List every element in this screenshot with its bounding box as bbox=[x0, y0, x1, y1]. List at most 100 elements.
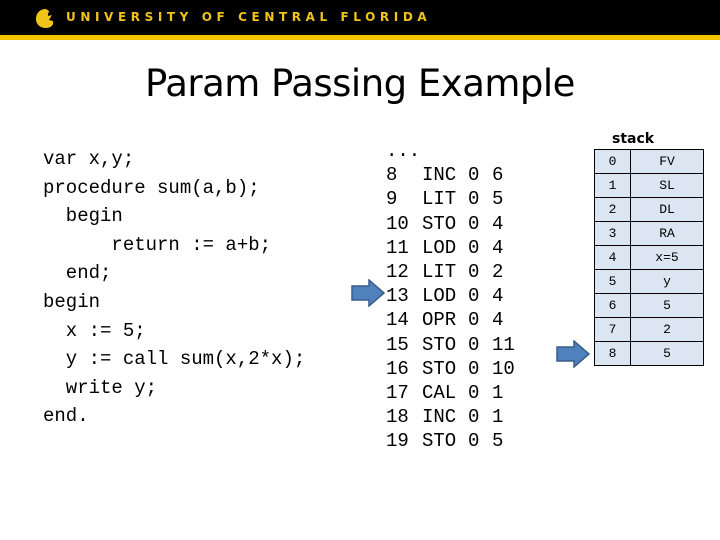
instruction-line-number: 12 bbox=[386, 261, 409, 284]
instruction-l: 0 bbox=[468, 406, 480, 429]
instruction-l: 0 bbox=[468, 285, 480, 308]
instruction-opcode: INC bbox=[422, 406, 457, 429]
stack-row: 5y bbox=[594, 269, 704, 294]
instruction-l: 0 bbox=[468, 357, 480, 380]
instruction-m: 4 bbox=[492, 236, 504, 259]
stack-index: 8 bbox=[594, 341, 631, 366]
ellipsis-text: ... bbox=[386, 140, 421, 162]
stack-value: DL bbox=[630, 197, 704, 222]
instruction-m: 11 bbox=[492, 333, 515, 356]
code-line: x := 5; bbox=[43, 319, 146, 342]
instruction-row: 19 STO 0 5 bbox=[386, 429, 532, 453]
instruction-opcode: STO bbox=[422, 333, 457, 356]
instruction-row: 10 STO 0 4 bbox=[386, 212, 532, 236]
code-line: begin bbox=[43, 290, 101, 313]
instruction-line-number: 9 bbox=[386, 188, 398, 211]
instruction-opcode: LOD bbox=[422, 236, 457, 259]
instruction-m: 4 bbox=[492, 212, 504, 235]
instruction-l: 0 bbox=[468, 309, 480, 332]
instruction-row: 13 LOD 0 4 bbox=[386, 284, 532, 308]
instruction-line-number: 10 bbox=[386, 212, 409, 235]
instruction-listing: ... 8 INC 0 6 9 LIT 0 5 10 STO 0 4 11 LOD 0 4 12 LIT 0 2 13 L… bbox=[386, 139, 532, 454]
instruction-line-number: 16 bbox=[386, 357, 409, 380]
instruction-opcode: INC bbox=[422, 164, 457, 187]
source-code: var x,y; procedure sum(a,b); begin retur… bbox=[43, 145, 305, 431]
university-brand: UNIVERSITY OF CENTRAL FLORIDA bbox=[66, 10, 432, 24]
instruction-opcode: STO bbox=[422, 430, 457, 453]
stack-row: 0 FV bbox=[594, 149, 704, 174]
instruction-opcode: CAL bbox=[422, 382, 457, 405]
stack-index: 0 bbox=[594, 149, 631, 174]
slide-title: Param Passing Example bbox=[145, 62, 575, 105]
instruction-line-number: 8 bbox=[386, 164, 398, 187]
header-bar: UNIVERSITY OF CENTRAL FLORIDA bbox=[0, 0, 720, 35]
instruction-row: 15 STO 0 11 bbox=[386, 333, 532, 357]
code-line: procedure sum(a,b); bbox=[43, 176, 260, 199]
instruction-row: 17 CAL 0 1 bbox=[386, 381, 532, 405]
instruction-m: 4 bbox=[492, 285, 504, 308]
stack-row: 65 bbox=[594, 293, 704, 318]
stack-index: 6 bbox=[594, 293, 631, 318]
code-line: end. bbox=[43, 405, 89, 428]
pegasus-logo-icon bbox=[36, 9, 54, 28]
stack-label: stack bbox=[612, 131, 655, 147]
stack-value: 2 bbox=[630, 317, 704, 342]
instruction-l: 0 bbox=[468, 382, 480, 405]
instruction-l: 0 bbox=[468, 188, 480, 211]
instruction-opcode: STO bbox=[422, 357, 457, 380]
instruction-opcode: LIT bbox=[422, 188, 457, 211]
instruction-m: 1 bbox=[492, 406, 504, 429]
instruction-opcode: LIT bbox=[422, 261, 457, 284]
instruction-l: 0 bbox=[468, 212, 480, 235]
instruction-line-number: 15 bbox=[386, 333, 409, 356]
current-instruction-arrow-icon bbox=[351, 279, 385, 307]
stack-row: 4 x=5 bbox=[594, 245, 704, 270]
instruction-row: 16 STO 0 10 bbox=[386, 357, 532, 381]
stack-row: 1 SL bbox=[594, 173, 704, 198]
instruction-m: 1 bbox=[492, 382, 504, 405]
instruction-m: 6 bbox=[492, 164, 504, 187]
stack-value: 5 bbox=[630, 341, 704, 366]
stack-value: 5 bbox=[630, 293, 704, 318]
stack-table: 0 FV 1 SL 2 DL 3 RA 4 x=5 5 y 6 5 7 2 8 5 bbox=[594, 149, 704, 366]
instruction-l: 0 bbox=[468, 333, 480, 356]
instruction-row: 8 INC 0 6 bbox=[386, 163, 532, 187]
instruction-m: 5 bbox=[492, 430, 504, 453]
stack-value: x=5 bbox=[630, 245, 704, 270]
instruction-line-number: 17 bbox=[386, 382, 409, 405]
stack-index: 5 bbox=[594, 269, 631, 294]
instruction-line-number: 19 bbox=[386, 430, 409, 453]
instruction-row: 14 OPR 0 4 bbox=[386, 308, 532, 332]
code-line: write y; bbox=[43, 376, 158, 399]
instruction-m: 5 bbox=[492, 188, 504, 211]
stack-index: 3 bbox=[594, 221, 631, 246]
stack-index: 7 bbox=[594, 317, 631, 342]
code-line: begin bbox=[43, 205, 123, 228]
code-line: return := a+b; bbox=[43, 233, 272, 256]
instruction-l: 0 bbox=[468, 164, 480, 187]
instruction-m: 4 bbox=[492, 309, 504, 332]
instruction-line-number: 18 bbox=[386, 406, 409, 429]
stack-row: 2 DL bbox=[594, 197, 704, 222]
instruction-ellipsis: ... bbox=[386, 139, 532, 163]
code-line: end; bbox=[43, 262, 112, 285]
stack-value: RA bbox=[630, 221, 704, 246]
instruction-m: 10 bbox=[492, 357, 515, 380]
stack-value: FV bbox=[630, 149, 704, 174]
code-line: var x,y; bbox=[43, 148, 135, 170]
stack-row: 3 RA bbox=[594, 221, 704, 246]
instruction-row: 9 LIT 0 5 bbox=[386, 187, 532, 211]
instruction-opcode: OPR bbox=[422, 309, 457, 332]
instruction-l: 0 bbox=[468, 430, 480, 453]
instruction-row: 11 LOD 0 4 bbox=[386, 236, 532, 260]
stack-value: SL bbox=[630, 173, 704, 198]
stack-index: 4 bbox=[594, 245, 631, 270]
instruction-l: 0 bbox=[468, 236, 480, 259]
instruction-opcode: STO bbox=[422, 212, 457, 235]
instruction-line-number: 13 bbox=[386, 285, 409, 308]
instruction-row: 18 INC 0 1 bbox=[386, 405, 532, 429]
instruction-row: 12 LIT 0 2 bbox=[386, 260, 532, 284]
instruction-opcode: LOD bbox=[422, 285, 457, 308]
stack-row: 72 bbox=[594, 317, 704, 342]
stack-pointer-arrow-icon bbox=[556, 340, 590, 368]
